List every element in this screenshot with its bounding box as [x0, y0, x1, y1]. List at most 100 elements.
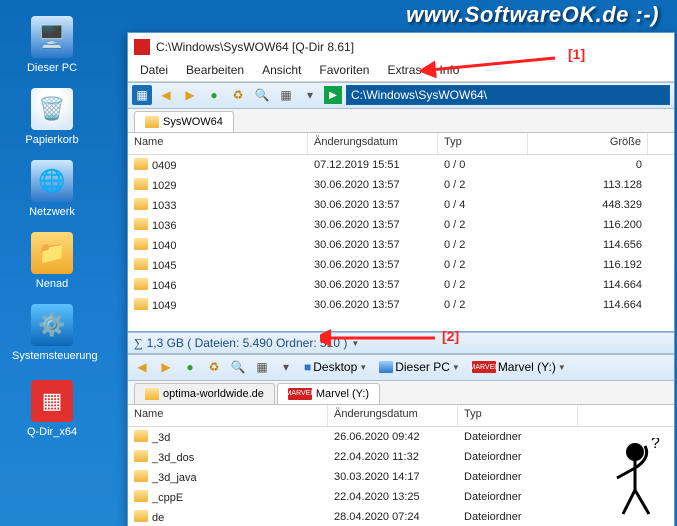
desktop-icon-this-pc[interactable]: 🖥️ Dieser PC [12, 16, 92, 74]
table-row[interactable]: 104630.06.2020 13:570 / 2114.664 [128, 275, 674, 295]
folder-icon [134, 218, 148, 230]
icon-label: Nenad [12, 278, 92, 290]
table-row[interactable]: _3d_dos22.04.2020 11:32Dateiordner [128, 447, 674, 467]
nav-back-button[interactable]: ◀ [156, 85, 176, 105]
title-bar[interactable]: C:\Windows\SysWOW64 [Q-Dir 8.61] [128, 33, 674, 60]
table-row[interactable]: 103630.06.2020 13:570 / 2116.200 [128, 215, 674, 235]
col-header-type[interactable]: Typ [458, 405, 578, 426]
col-header-date[interactable]: Änderungsdatum [308, 133, 438, 154]
desktop-icon-recycle-bin[interactable]: 🗑️ Papierkorb [12, 88, 92, 146]
zoom-button-2[interactable]: 🔍 [228, 357, 248, 377]
folder-icon [145, 388, 159, 400]
status-text: 1,3 GB ( Dateien: 5.490 Ordner: 510 ) [147, 336, 348, 350]
bottom-pane: optima-worldwide.de MARVEL Marvel (Y:) N… [128, 381, 674, 526]
top-tab-strip: SysWOW64 [128, 109, 674, 133]
chevron-down-icon: ▼ [359, 363, 367, 372]
table-row[interactable]: _3d26.06.2020 09:42Dateiordner [128, 427, 674, 447]
nav-back-button-2[interactable]: ◀ [132, 357, 152, 377]
desktop-icon-network[interactable]: 🌐 Netzwerk [12, 160, 92, 218]
folder-icon [134, 298, 148, 310]
view-dropdown-2[interactable]: ▾ [276, 357, 296, 377]
menu-favoriten[interactable]: Favoriten [311, 61, 377, 79]
col-header-size[interactable]: Größe [528, 133, 648, 154]
dropdown-label: Dieser PC [395, 360, 450, 374]
bottom-list-header: Name Änderungsdatum Typ [128, 405, 674, 427]
tab-label: SysWOW64 [163, 116, 223, 128]
tab-marvel[interactable]: MARVEL Marvel (Y:) [277, 383, 380, 404]
path-desktop[interactable]: ■ Desktop ▼ [300, 360, 371, 374]
table-row[interactable]: de28.04.2020 07:24Dateiordner [128, 507, 674, 526]
monitor-icon [379, 361, 393, 373]
col-header-name[interactable]: Name [128, 133, 308, 154]
control-panel-icon: ⚙️ [31, 304, 73, 346]
folder-icon [134, 490, 148, 502]
nav-forward-button-2[interactable]: ▶ [156, 357, 176, 377]
path-marvel[interactable]: MARVEL Marvel (Y:) ▼ [468, 360, 570, 374]
icon-label: Papierkorb [12, 134, 92, 146]
menu-extras[interactable]: Extras [379, 61, 429, 79]
view-dropdown[interactable]: ▾ [300, 85, 320, 105]
chevron-down-icon: ▼ [558, 363, 566, 372]
folder-icon [134, 258, 148, 270]
menu-datei[interactable]: Datei [132, 61, 176, 79]
qdir-icon: ▦ [31, 380, 73, 422]
view-grid-button-2[interactable]: ▦ [252, 357, 272, 377]
folder-icon [134, 430, 148, 442]
tab-optima[interactable]: optima-worldwide.de [134, 383, 275, 404]
desktop-icon-control-panel[interactable]: ⚙️ Systemsteuerung [12, 304, 92, 362]
top-list-body[interactable]: 040907.12.2019 15:510 / 00102930.06.2020… [128, 155, 674, 331]
folder-icon [134, 470, 148, 482]
marvel-drive-icon: MARVEL [288, 388, 312, 400]
bottom-tab-strip: optima-worldwide.de MARVEL Marvel (Y:) [128, 381, 674, 405]
icon-label: Netzwerk [12, 206, 92, 218]
menu-ansicht[interactable]: Ansicht [254, 61, 309, 79]
address-bar[interactable]: C:\Windows\SysWOW64\ [346, 85, 670, 105]
col-header-name[interactable]: Name [128, 405, 328, 426]
go-button[interactable]: ▶ [324, 86, 342, 104]
table-row[interactable]: 040907.12.2019 15:510 / 00 [128, 155, 674, 175]
website-banner: www.SoftwareOK.de :-) [406, 2, 659, 28]
bottom-list-body[interactable]: _3d26.06.2020 09:42Dateiordner_3d_dos22.… [128, 427, 674, 526]
desktop-icon-qdir[interactable]: ▦ Q-Dir_x64 [12, 380, 92, 438]
tab-label: optima-worldwide.de [163, 388, 264, 400]
path-this-pc[interactable]: Dieser PC ▼ [375, 360, 464, 374]
folder-icon [134, 238, 148, 250]
folder-icon [145, 116, 159, 128]
table-row[interactable]: _3d_java30.03.2020 14:17Dateiordner [128, 467, 674, 487]
table-row[interactable]: 104030.06.2020 13:570 / 2114.656 [128, 235, 674, 255]
zoom-button[interactable]: 🔍 [252, 85, 272, 105]
folder-icon [134, 198, 148, 210]
table-row[interactable]: 103330.06.2020 13:570 / 4448.329 [128, 195, 674, 215]
table-row[interactable]: _cppE22.04.2020 13:25Dateiordner [128, 487, 674, 507]
table-row[interactable]: 102930.06.2020 13:570 / 2113.128 [128, 175, 674, 195]
icon-label: Dieser PC [12, 62, 92, 74]
desktop: www.SoftwareOK.de :-) 🖥️ Dieser PC 🗑️ Pa… [0, 0, 677, 526]
menu-info[interactable]: Info [431, 61, 467, 79]
sigma-icon: ∑ [134, 336, 143, 351]
folder-icon [134, 510, 148, 522]
nav-forward-button[interactable]: ▶ [180, 85, 200, 105]
layout-button[interactable]: ▦ [132, 85, 152, 105]
network-icon: 🌐 [31, 160, 73, 202]
folder-icon [134, 158, 148, 170]
refresh-button-2[interactable]: ♻ [204, 357, 224, 377]
color-button-2[interactable]: ● [180, 357, 200, 377]
refresh-button[interactable]: ♻ [228, 85, 248, 105]
marvel-drive-icon: MARVEL [472, 361, 496, 373]
top-toolbar: ▦ ◀ ▶ ● ♻ 🔍 ▦ ▾ ▶ C:\Windows\SysWOW64\ [128, 82, 674, 109]
recycle-bin-icon: 🗑️ [31, 88, 73, 130]
chevron-down-icon: ▼ [351, 339, 359, 348]
table-row[interactable]: 104530.06.2020 13:570 / 2116.192 [128, 255, 674, 275]
table-row[interactable]: 104930.06.2020 13:570 / 2114.664 [128, 295, 674, 315]
menu-bearbeiten[interactable]: Bearbeiten [178, 61, 252, 79]
desktop-icon-user-folder[interactable]: 📁 Nenad [12, 232, 92, 290]
tab-syswow64[interactable]: SysWOW64 [134, 111, 234, 132]
status-bar[interactable]: ∑ 1,3 GB ( Dateien: 5.490 Ordner: 510 ) … [128, 332, 674, 353]
dropdown-label: Marvel (Y:) [498, 360, 556, 374]
icon-label: Systemsteuerung [12, 350, 92, 362]
col-header-date[interactable]: Änderungsdatum [328, 405, 458, 426]
view-grid-button[interactable]: ▦ [276, 85, 296, 105]
color-button[interactable]: ● [204, 85, 224, 105]
bottom-toolbar: ◀ ▶ ● ♻ 🔍 ▦ ▾ ■ Desktop ▼ Dieser PC ▼ MA… [128, 354, 674, 381]
col-header-type[interactable]: Typ [438, 133, 528, 154]
